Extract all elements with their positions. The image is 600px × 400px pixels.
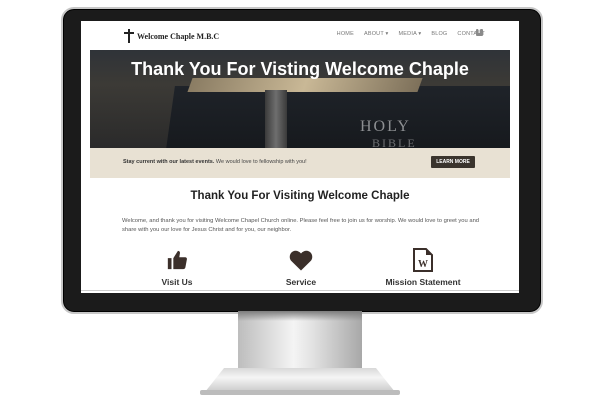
nav-item-about[interactable]: ABOUT ▾ (364, 31, 389, 37)
welcome-paragraph: Welcome, and thank you for visiting Welc… (122, 218, 480, 233)
top-nav: Welcome Chaple M.B.C HOME ABOUT ▾ MEDIA … (81, 21, 519, 50)
feature-label: Service (285, 277, 317, 287)
nav-menu: HOME ABOUT ▾ MEDIA ▾ BLOG CONTACT (337, 31, 485, 37)
logo-text: Welcome Chaple M.B.C (137, 31, 220, 41)
content-title: Thank You For Visiting Welcome Chaple (190, 190, 410, 202)
events-banner: Stay current with our latest events. We … (90, 148, 510, 178)
svg-text:W: W (418, 259, 428, 270)
bible-pages (187, 78, 423, 92)
facebook-icon: f (478, 28, 481, 35)
cross-icon (123, 29, 135, 43)
bible-cover-word-2: BIBLE (372, 136, 417, 148)
feature-mission-statement[interactable]: W Mission Statement (373, 247, 473, 287)
thumbs-up-icon (127, 247, 227, 273)
banner-text: Stay current with our latest events. We … (123, 159, 307, 165)
heart-icon (251, 247, 351, 273)
banner-bold-text: Stay current with our latest events. (123, 159, 215, 165)
word-document-icon: W (373, 247, 473, 273)
banner-sub-text: We would love to fellowship with you! (214, 159, 307, 165)
learn-more-button[interactable]: LEARN MORE (431, 156, 475, 168)
monitor-stand-edge (200, 390, 400, 395)
monitor-frame: Welcome Chaple M.B.C HOME ABOUT ▾ MEDIA … (61, 7, 543, 314)
facebook-icon-box[interactable]: f (476, 28, 483, 36)
feature-service[interactable]: Service (251, 247, 351, 287)
monitor-stand-base (205, 368, 395, 392)
bible-cover-word: HOLY (360, 118, 411, 135)
monitor-stand-shadow (238, 311, 362, 321)
hero-title: Thank You For Visting Welcome Chaple (131, 59, 469, 79)
nav-item-blog[interactable]: BLOG (431, 31, 447, 37)
feature-label: Mission Statement (385, 277, 461, 287)
site-logo[interactable]: Welcome Chaple M.B.C (123, 29, 219, 43)
website-screen: Welcome Chaple M.B.C HOME ABOUT ▾ MEDIA … (81, 21, 519, 293)
nav-item-home[interactable]: HOME (337, 31, 354, 37)
feature-visit-us[interactable]: Visit Us (127, 247, 227, 287)
bible-image (165, 86, 510, 148)
nav-item-media[interactable]: MEDIA ▾ (399, 31, 422, 37)
feature-label: Visit Us (161, 277, 193, 287)
bible-ribbon (265, 90, 287, 148)
divider (81, 290, 519, 291)
hero-banner: HOLY BIBLE Thank You For Visting Welcome… (90, 50, 510, 148)
